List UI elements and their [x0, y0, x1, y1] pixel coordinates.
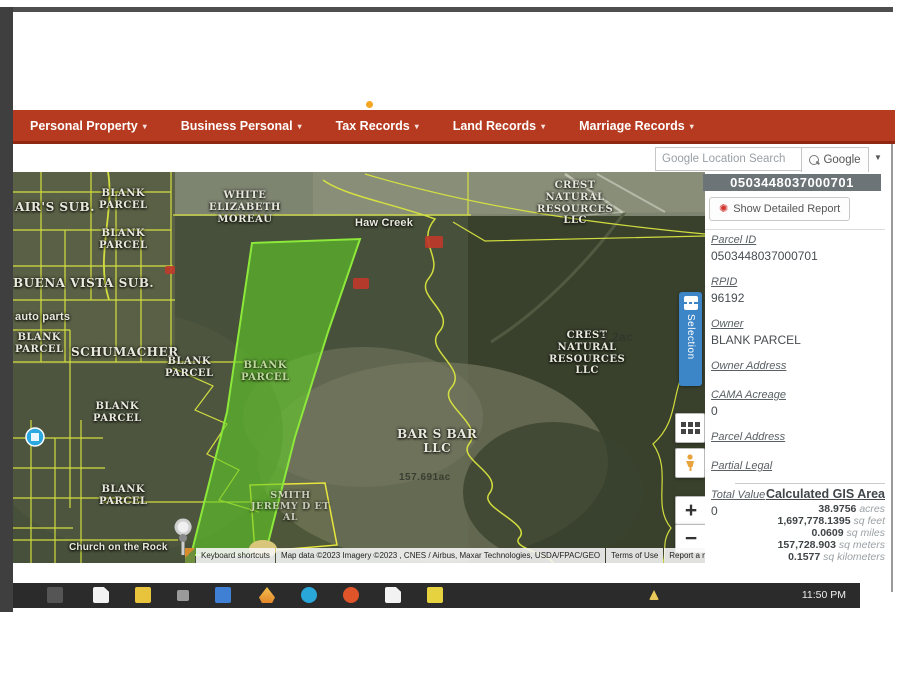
- report-icon: ✺: [719, 204, 728, 215]
- nav-business-personal[interactable]: Business Personal ▾: [164, 119, 319, 133]
- street-view-pegman-button[interactable]: [675, 448, 705, 478]
- nav-tax-records[interactable]: Tax Records ▾: [319, 119, 436, 133]
- keyboard-shortcuts-link[interactable]: Keyboard shortcuts: [196, 548, 275, 563]
- notification-dot: [366, 101, 373, 108]
- nav-marriage-records[interactable]: Marriage Records ▾: [562, 119, 711, 133]
- os-taskbar: 11:50 PM: [13, 583, 860, 608]
- taskbar-document-icon[interactable]: [93, 587, 109, 603]
- taskbar-clock[interactable]: 11:50 PM: [802, 589, 846, 601]
- photo-edge-left: [0, 7, 13, 612]
- zoom-in-button[interactable]: +: [675, 496, 705, 525]
- map-data-attribution: Map data ©2023 Imagery ©2023 , CNES / Ai…: [276, 548, 605, 563]
- field-value-cama-acreage: 0: [711, 404, 887, 418]
- taskbar-app-icon[interactable]: [47, 587, 63, 603]
- google-search-button[interactable]: Google: [801, 147, 869, 173]
- gis-row-sqkilometers: 0.1577 sq kilometers: [735, 551, 885, 563]
- taskbar-app-icon[interactable]: [343, 587, 359, 603]
- field-label-partial-legal[interactable]: Partial Legal: [711, 460, 887, 472]
- gis-unit: sq kilometers: [823, 551, 885, 563]
- taskbar-tray-arrow-icon[interactable]: [649, 590, 659, 600]
- taskbar-flame-icon[interactable]: [259, 587, 275, 603]
- selection-edit-icon: [684, 296, 698, 310]
- map-attribution-bar: Keyboard shortcuts Map data ©2023 Imager…: [185, 548, 705, 563]
- chevron-down-icon: ▾: [143, 122, 147, 131]
- field-label-rpid[interactable]: RPID: [711, 276, 887, 288]
- map-canvas[interactable]: [13, 172, 705, 563]
- map-layers-button[interactable]: [675, 413, 705, 443]
- gis-value: 0.0609: [811, 527, 843, 539]
- field-value-parcel-id: 0503448037000701: [711, 249, 887, 263]
- gis-area-title: Calculated GIS Area: [735, 487, 885, 501]
- photo-edge-top: [10, 7, 893, 12]
- taskbar-folder-icon[interactable]: [135, 587, 151, 603]
- gis-row-sqmeters: 157,728.903 sq meters: [735, 539, 885, 551]
- gis-row-sqmiles: 0.0609 sq miles: [735, 527, 885, 539]
- chevron-down-icon: ▾: [298, 122, 302, 131]
- parcel-number-header: 0503448037000701: [703, 174, 881, 191]
- field-label-owner-address[interactable]: Owner Address: [711, 360, 887, 372]
- screenshot-root: Personal Property ▾ Business Personal ▾ …: [0, 0, 900, 683]
- gis-value: 38.9756: [818, 503, 856, 515]
- nav-label: Personal Property: [30, 119, 138, 133]
- show-detailed-report-button[interactable]: ✺ Show Detailed Report: [709, 197, 850, 221]
- gis-row-acres: 38.9756 acres: [735, 503, 885, 515]
- gis-unit: sq meters: [839, 539, 885, 551]
- grid-icon: [681, 422, 700, 434]
- panel-divider: [705, 229, 885, 230]
- gis-value: 157,728.903: [778, 539, 836, 551]
- chevron-down-icon: ▾: [541, 122, 545, 131]
- field-label-cama-acreage[interactable]: CAMA Acreage: [711, 389, 887, 401]
- field-value-rpid: 96192: [711, 291, 887, 305]
- search-icon: [809, 155, 819, 165]
- search-input[interactable]: [655, 147, 809, 171]
- terms-of-use-link[interactable]: Terms of Use: [606, 548, 663, 563]
- field-label-parcel-address[interactable]: Parcel Address: [711, 431, 887, 443]
- report-map-error-link[interactable]: Report a map error: [664, 548, 705, 563]
- map-viewport[interactable]: AIR'S SUB. BLANK PARCEL BLANK PARCEL WHI…: [13, 172, 705, 563]
- nav-label: Tax Records: [336, 119, 410, 133]
- nav-label: Marriage Records: [579, 119, 685, 133]
- pegman-icon: [683, 454, 697, 472]
- map-thumbnail-icon: [185, 548, 195, 563]
- chevron-down-icon: ▾: [415, 122, 419, 131]
- photo-edge-right: [891, 142, 893, 592]
- nav-land-records[interactable]: Land Records ▾: [436, 119, 562, 133]
- gis-unit: acres: [859, 503, 885, 515]
- google-button-label: Google: [823, 154, 860, 166]
- taskbar-app-icon[interactable]: [427, 587, 443, 603]
- gis-unit: sq miles: [846, 527, 885, 539]
- parcel-detail-panel: 0503448037000701 ✺ Show Detailed Report …: [705, 172, 891, 563]
- report-button-label: Show Detailed Report: [733, 203, 840, 215]
- taskbar-app-icon[interactable]: [215, 587, 231, 603]
- field-label-parcel-id[interactable]: Parcel ID: [711, 234, 887, 246]
- field-label-owner[interactable]: Owner: [711, 318, 887, 330]
- gis-unit: sq feet: [853, 515, 885, 527]
- gis-value: 1,697,778.1395: [778, 515, 851, 527]
- selection-tab-label: Selection: [685, 314, 696, 360]
- nav-personal-property[interactable]: Personal Property ▾: [13, 119, 164, 133]
- taskbar-document-icon[interactable]: [385, 587, 401, 603]
- gis-value: 0.1577: [788, 551, 820, 563]
- nav-label: Business Personal: [181, 119, 293, 133]
- chevron-down-icon: ▾: [690, 122, 694, 131]
- field-value-owner: BLANK PARCEL: [711, 333, 887, 347]
- gis-row-sqfeet: 1,697,778.1395 sq feet: [735, 515, 885, 527]
- selection-tab[interactable]: Selection: [679, 292, 702, 386]
- search-dropdown-icon[interactable]: ▼: [874, 153, 882, 162]
- calculated-gis-area: Calculated GIS Area 38.9756 acres 1,697,…: [735, 483, 885, 563]
- taskbar-app-icon[interactable]: [301, 587, 317, 603]
- place-marker-icon[interactable]: [26, 428, 44, 446]
- taskbar-app-icon[interactable]: [177, 590, 189, 601]
- main-nav-bar: Personal Property ▾ Business Personal ▾ …: [13, 110, 895, 144]
- nav-label: Land Records: [453, 119, 536, 133]
